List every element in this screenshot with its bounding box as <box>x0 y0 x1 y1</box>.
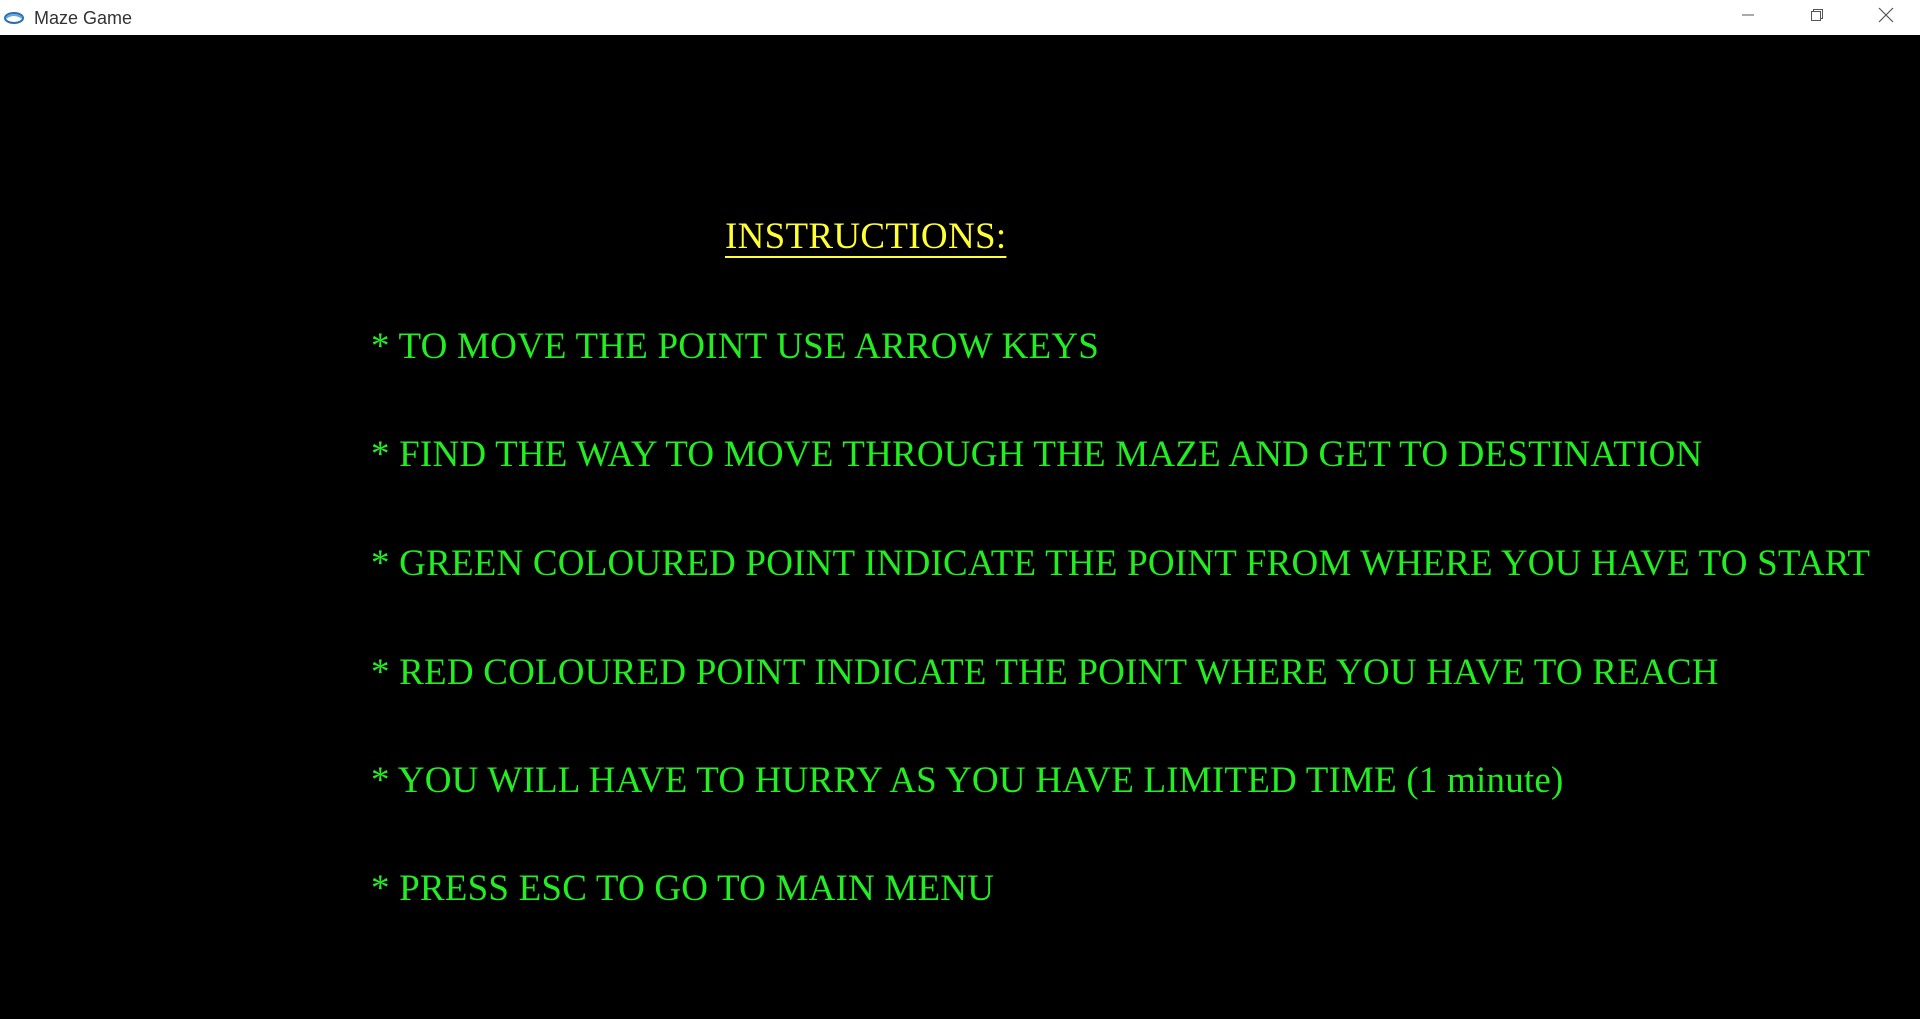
app-icon <box>3 10 25 26</box>
game-window: Maze Game INSTRUCTIONS: * TO MOVE THE PO… <box>0 0 1920 1019</box>
instruction-line: * RED COLOURED POINT INDICATE THE POINT … <box>371 652 1719 693</box>
title-bar[interactable]: Maze Game <box>0 0 1920 35</box>
game-canvas[interactable]: INSTRUCTIONS: * TO MOVE THE POINT USE AR… <box>0 35 1920 1019</box>
instructions-heading: INSTRUCTIONS: <box>725 216 1007 257</box>
restore-button[interactable] <box>1782 0 1851 35</box>
instruction-line: * GREEN COLOURED POINT INDICATE THE POIN… <box>371 543 1871 584</box>
instruction-line: * YOU WILL HAVE TO HURRY AS YOU HAVE LIM… <box>371 760 1564 801</box>
instruction-line: * PRESS ESC TO GO TO MAIN MENU <box>371 868 995 909</box>
instruction-line: * FIND THE WAY TO MOVE THROUGH THE MAZE … <box>371 434 1703 475</box>
restore-icon <box>1810 8 1824 27</box>
window-controls <box>1713 0 1920 35</box>
minimize-button[interactable] <box>1713 0 1782 35</box>
minimize-icon <box>1741 8 1755 27</box>
window-title: Maze Game <box>34 8 133 28</box>
close-icon <box>1878 7 1894 28</box>
close-button[interactable] <box>1851 0 1920 35</box>
instruction-line: * TO MOVE THE POINT USE ARROW KEYS <box>371 326 1100 367</box>
